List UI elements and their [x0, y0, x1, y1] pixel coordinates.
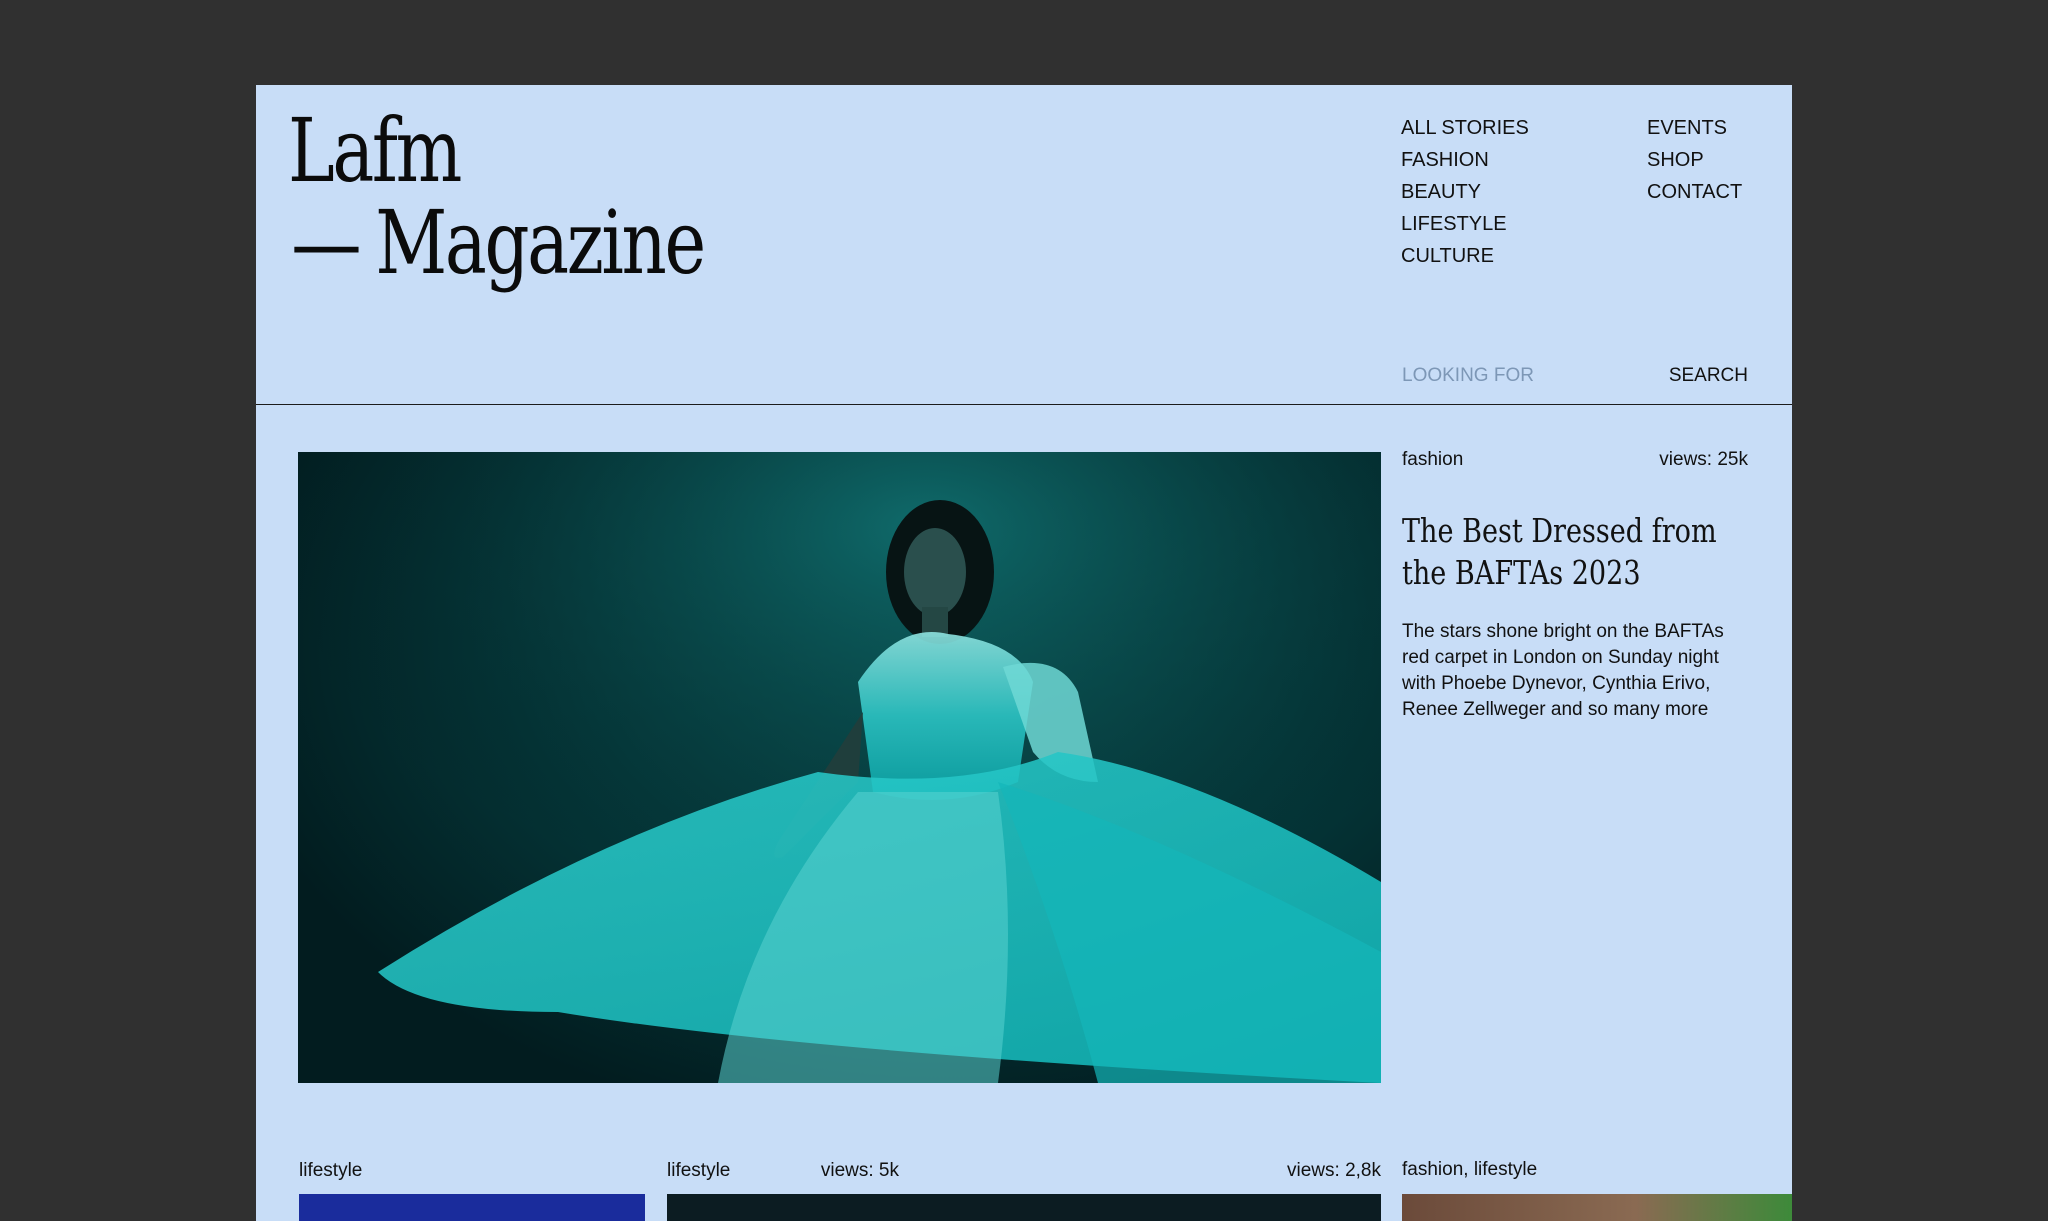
nav-primary: ALL STORIES FASHION BEAUTY LIFESTYLE CUL… [1401, 112, 1529, 272]
nav-item-culture[interactable]: CULTURE [1401, 240, 1529, 272]
featured-title[interactable]: The Best Dressed from the BAFTAs 2023 [1402, 510, 1730, 594]
logo-line-1: Lafm [288, 99, 462, 202]
featured-photo-illustration [298, 452, 1381, 1083]
card-1-views: views: 5k [820, 1160, 899, 1181]
logo-line-2: — Magazine [288, 197, 706, 289]
nav-item-beauty[interactable]: BEAUTY [1401, 176, 1529, 208]
logo-word: Magazine [375, 191, 706, 294]
search-button[interactable]: SEARCH [1669, 365, 1748, 387]
nav-secondary: EVENTS SHOP CONTACT [1647, 112, 1742, 208]
nav-item-contact[interactable]: CONTACT [1647, 176, 1742, 208]
card-3-category[interactable]: fashion, lifestyle [1402, 1159, 1537, 1181]
nav-item-shop[interactable]: SHOP [1647, 144, 1742, 176]
card-3-thumbnail[interactable] [1402, 1194, 1792, 1221]
search-input[interactable]: LOOKING FOR [1402, 365, 1534, 387]
nav-item-fashion[interactable]: FASHION [1401, 144, 1529, 176]
card-2-category[interactable]: lifestyle [667, 1160, 730, 1182]
site-logo[interactable]: Lafm — Magazine [288, 105, 706, 289]
nav-item-all-stories[interactable]: ALL STORIES [1401, 112, 1529, 144]
card-1-thumbnail[interactable] [299, 1194, 645, 1221]
featured-views: views: 25k [1659, 449, 1748, 470]
card-2-views: views: 2,8k [1287, 1160, 1381, 1181]
card-1-category[interactable]: lifestyle [299, 1160, 362, 1182]
featured-excerpt: The stars shone bright on the BAFTAs red… [1402, 621, 1724, 720]
featured-category[interactable]: fashion [1402, 449, 1463, 471]
card-2-thumbnail[interactable] [667, 1194, 1381, 1221]
logo-dash: — [291, 191, 361, 294]
nav-item-lifestyle[interactable]: LIFESTYLE [1401, 208, 1529, 240]
featured-image[interactable] [298, 452, 1381, 1083]
header-divider [256, 404, 1792, 405]
page-frame: Lafm — Magazine ALL STORIES FASHION BEAUT… [256, 85, 1792, 1221]
nav-item-events[interactable]: EVENTS [1647, 112, 1742, 144]
